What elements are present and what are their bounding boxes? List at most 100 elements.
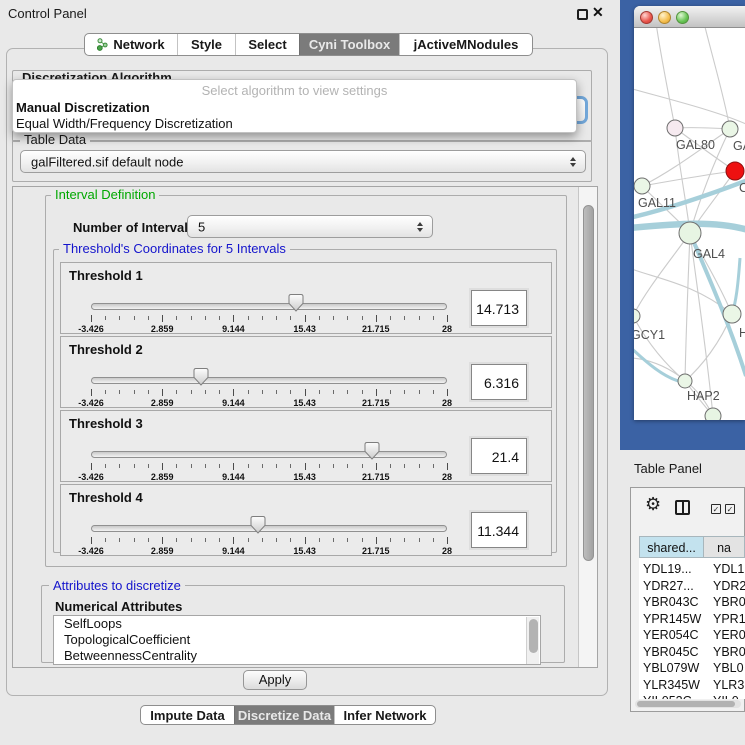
interval-definition-title: Interval Definition [51, 188, 159, 201]
cell-name[interactable]: YER0 [713, 627, 745, 644]
slider-tick [433, 316, 434, 320]
zoom-traffic-light-icon[interactable] [676, 11, 689, 24]
tab-cyni-toolbox[interactable]: Cyni Toolbox [299, 34, 399, 55]
network-graph: GAL80GACGAL11GAL4GCY1HHAP2 [634, 28, 745, 420]
tab-network[interactable]: Network [85, 34, 177, 55]
threshold-4-slider[interactable]: -3.4262.8599.14415.4321.71528 [91, 511, 447, 557]
table-row[interactable]: YBL079W YBL0 [639, 660, 745, 677]
cell-shared-name[interactable]: YDR27... [643, 578, 694, 595]
checkbox-icon[interactable]: ✓ [711, 504, 721, 514]
split-columns-icon[interactable] [675, 500, 690, 515]
slider-tick [390, 390, 391, 394]
cell-shared-name[interactable]: YER054C [643, 627, 699, 644]
cell-shared-name[interactable]: YPR145W [643, 611, 701, 628]
table-row[interactable]: YDL19... YDL1 [639, 561, 745, 578]
minimize-traffic-light-icon[interactable] [658, 11, 671, 24]
popup-option-manual-discretization[interactable]: Manual Discretization [13, 99, 576, 116]
tab-impute-data[interactable]: Impute Data [141, 706, 234, 724]
close-traffic-light-icon[interactable] [640, 11, 653, 24]
cell-name[interactable]: YPR1 [713, 611, 745, 628]
tab-infer-network[interactable]: Infer Network [334, 706, 435, 724]
slider-tick [447, 537, 448, 544]
slider-track[interactable] [91, 377, 447, 384]
network-node-gal11[interactable] [634, 178, 650, 194]
slider-tick [105, 390, 106, 394]
cell-name[interactable]: YBR0 [713, 594, 745, 611]
table-row[interactable]: YER054C YER0 [639, 627, 745, 644]
threshold-4-value-field[interactable]: 11.344 [471, 512, 527, 548]
threshold-3-slider[interactable]: -3.4262.8599.14415.4321.71528 [91, 437, 447, 483]
threshold-1-value-field[interactable]: 14.713 [471, 290, 527, 326]
slider-tick [305, 537, 306, 544]
network-canvas[interactable]: GAL80GACGAL11GAL4GCY1HHAP2 [634, 28, 745, 420]
slider-track[interactable] [91, 303, 447, 310]
table-row[interactable]: YBR045C YBR0 [639, 644, 745, 661]
slider-thumb[interactable] [289, 294, 304, 312]
gear-icon[interactable]: ⚙ [645, 494, 661, 515]
network-node-c[interactable] [726, 162, 744, 180]
attribute-item-selfloops[interactable]: SelfLoops [54, 616, 540, 632]
slider-thumb[interactable] [251, 516, 266, 534]
cell-name[interactable]: YDR2 [713, 578, 745, 595]
threshold-2-slider[interactable]: -3.4262.8599.14415.4321.71528 [91, 363, 447, 409]
scrollbar-thumb[interactable] [637, 701, 735, 707]
cell-shared-name[interactable]: YLR345W [643, 677, 700, 694]
close-icon[interactable]: ✕ [592, 4, 604, 21]
column-header-name[interactable]: na [704, 536, 745, 558]
table-data-combobox[interactable]: galFiltered.sif default node [20, 150, 586, 173]
table-panel-title: Table Panel [634, 461, 702, 476]
cell-name[interactable]: YBL0 [713, 660, 744, 677]
network-node-hap2[interactable] [678, 374, 692, 388]
slider-tick [262, 464, 263, 468]
settings-scrollbar[interactable] [578, 187, 598, 667]
threshold-2-value-field[interactable]: 6.316 [471, 364, 527, 400]
slider-scale-label: 2.859 [151, 546, 174, 556]
cell-shared-name[interactable]: YBR043C [643, 594, 699, 611]
network-node-gal4[interactable] [679, 222, 701, 244]
tab-discretize-data[interactable]: Discretize Data [234, 706, 334, 724]
network-node-ga[interactable] [722, 121, 738, 137]
tab-style[interactable]: Style [177, 34, 235, 55]
slider-track[interactable] [91, 525, 447, 532]
attributes-list-scrollbar[interactable] [526, 617, 539, 665]
network-node-gcy1[interactable] [634, 309, 640, 323]
attribute-item-betweennesscentrality[interactable]: BetweennessCentrality [54, 648, 540, 664]
tab-label: Select [248, 37, 286, 52]
number-of-intervals-combobox[interactable]: 5 [187, 215, 433, 238]
apply-button[interactable]: Apply [243, 670, 307, 690]
attribute-item-topologicalcoefficient[interactable]: TopologicalCoefficient [54, 632, 540, 648]
float-window-icon[interactable] [577, 9, 588, 20]
network-node-h[interactable] [723, 305, 741, 323]
threshold-1-slider[interactable]: -3.4262.8599.14415.4321.71528 [91, 289, 447, 335]
slider-tick [233, 537, 234, 544]
slider-track[interactable] [91, 451, 447, 458]
slider-thumb[interactable] [365, 442, 380, 460]
column-header-shared-name[interactable]: shared... [639, 536, 704, 558]
cell-shared-name[interactable]: YDL19... [643, 561, 692, 578]
table-row[interactable]: YPR145W YPR1 [639, 611, 745, 628]
tab-jactivemnodules[interactable]: jActiveMNodules [399, 34, 532, 55]
table-horizontal-scrollbar[interactable] [635, 700, 741, 708]
scrollbar-thumb[interactable] [529, 619, 538, 653]
table-row[interactable]: YBR043C YBR0 [639, 594, 745, 611]
threshold-3-value-field[interactable]: 21.4 [471, 438, 527, 474]
cell-shared-name[interactable]: YIL052C [643, 693, 692, 699]
cell-name[interactable]: YDL1 [713, 561, 744, 578]
cell-name[interactable]: YBR0 [713, 644, 745, 661]
tab-select[interactable]: Select [235, 34, 299, 55]
cell-name[interactable]: YLR3 [713, 677, 744, 694]
slider-thumb[interactable] [194, 368, 209, 386]
cell-name[interactable]: YIL0 [713, 693, 739, 699]
table-row[interactable]: YLR345W YLR3 [639, 677, 745, 694]
table-row[interactable]: YIL052C YIL0 [639, 693, 745, 699]
slider-tick [433, 538, 434, 542]
network-node-gal80[interactable] [667, 120, 683, 136]
scrollbar-thumb[interactable] [583, 205, 594, 561]
table-row[interactable]: YDR27... YDR2 [639, 578, 745, 595]
slider-tick [176, 316, 177, 320]
network-node[interactable] [705, 408, 721, 420]
cell-shared-name[interactable]: YBR045C [643, 644, 699, 661]
popup-option-equal-width-frequency[interactable]: Equal Width/Frequency Discretization [13, 115, 576, 132]
cell-shared-name[interactable]: YBL079W [643, 660, 699, 677]
checkbox-icon[interactable]: ✓ [725, 504, 735, 514]
